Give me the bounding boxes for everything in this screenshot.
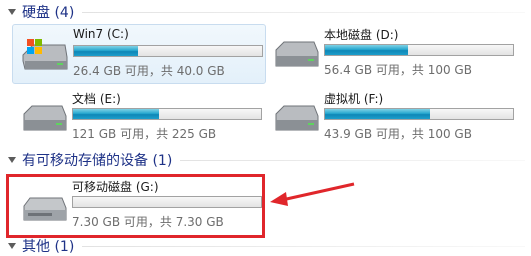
drive-space-info: 56.4 GB 可用，共 100 GB — [324, 63, 472, 77]
group-divider — [180, 159, 525, 161]
usage-bar-fill — [74, 46, 138, 56]
drive-space-info: 43.9 GB 可用，共 100 GB — [324, 127, 472, 141]
hard-drive-icon — [275, 105, 319, 131]
drive-f[interactable]: 虚拟机 (F:) 43.9 GB 可用，共 100 GB — [264, 88, 524, 146]
group-header-hard-drives[interactable]: 硬盘 (4) — [0, 2, 531, 22]
group-divider — [82, 11, 525, 13]
hard-drive-icon — [275, 41, 319, 67]
group-title: 硬盘 (4) — [22, 5, 75, 21]
group-header-others[interactable]: 其他 (1) — [0, 236, 531, 256]
drive-name: 虚拟机 (F:) — [324, 92, 384, 106]
usage-bar — [324, 108, 514, 120]
usage-bar — [324, 44, 514, 56]
usage-bar-fill — [73, 109, 160, 119]
pointer-arrow-icon — [270, 182, 355, 206]
collapse-arrow-icon[interactable] — [8, 9, 16, 15]
drive-space-info: 26.4 GB 可用，共 40.0 GB — [73, 64, 225, 78]
group-title: 其他 (1) — [22, 239, 75, 255]
drive-space-info: 121 GB 可用，共 225 GB — [72, 127, 217, 141]
drive-d[interactable]: 本地磁盘 (D:) 56.4 GB 可用，共 100 GB — [264, 24, 524, 82]
drive-name: Win7 (C:) — [73, 27, 129, 41]
collapse-arrow-icon[interactable] — [8, 243, 16, 249]
system-drive-icon — [22, 39, 68, 70]
usage-bar-fill — [325, 45, 408, 55]
usage-bar-fill — [325, 109, 431, 119]
drive-e[interactable]: 文档 (E:) 121 GB 可用，共 225 GB — [12, 88, 264, 146]
collapse-arrow-icon[interactable] — [8, 157, 16, 163]
usage-bar — [73, 45, 263, 57]
drive-name: 本地磁盘 (D:) — [324, 28, 399, 42]
group-header-removable[interactable]: 有可移动存储的设备 (1) — [0, 150, 531, 170]
hard-drive-icon — [23, 105, 67, 131]
drive-name: 文档 (E:) — [72, 92, 121, 106]
group-title: 有可移动存储的设备 (1) — [22, 153, 173, 169]
drive-c[interactable]: Win7 (C:) 26.4 GB 可用，共 40.0 GB — [12, 24, 266, 84]
highlight-box — [6, 174, 265, 238]
group-divider — [82, 245, 525, 247]
usage-bar — [72, 108, 262, 120]
